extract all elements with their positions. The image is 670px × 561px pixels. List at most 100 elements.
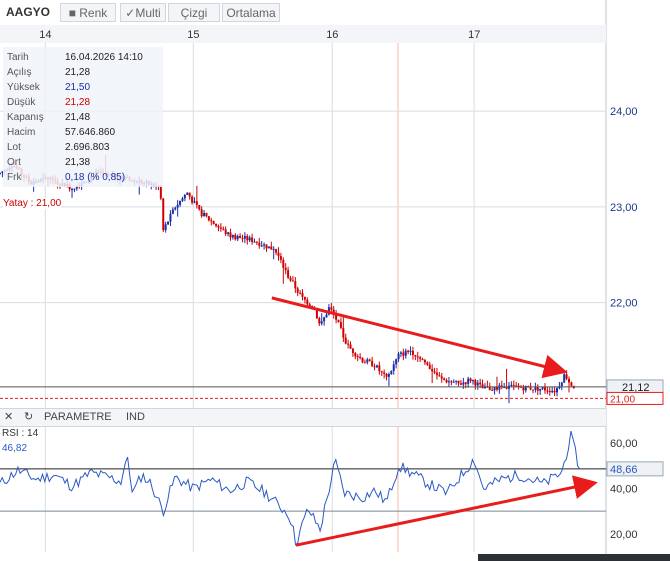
info-value: 21,28 [65,67,91,78]
candle-body [368,359,371,361]
candle-body [565,374,568,379]
candle-body [443,378,446,381]
candle-body [241,238,244,240]
candle-body [325,314,328,318]
candle-body [356,356,359,358]
candle-body [428,364,431,369]
candle-body [541,387,544,389]
info-row: Ort 21,38 [7,155,163,170]
info-value: 21,50 [65,82,91,93]
candle-body [200,209,203,217]
candle-body [191,196,194,203]
candle-body [366,359,369,363]
candle-body [553,390,556,393]
candle-body [255,241,258,243]
candle-body [303,296,306,300]
candle-body [342,327,345,338]
candle-body [263,244,266,246]
candle-body [498,385,501,390]
candle-body [73,188,76,190]
candle-body [567,378,570,383]
rsi-y-tick-label: 20,00 [610,529,638,541]
info-key: Hacim [7,127,36,138]
price-axis-area [606,0,670,561]
candle-body [546,390,549,392]
info-row: Tarih 16.04.2026 14:10 [7,50,163,65]
candle-body [539,388,542,391]
y-tick-label: 23,00 [610,202,638,214]
candle-body [284,267,287,271]
candle-body [306,299,309,305]
candle-body [445,380,448,383]
x-tick-label: 14 [39,29,51,41]
candle-body [339,322,342,328]
candle-body [491,389,494,391]
info-key: Kapanış [7,112,44,123]
candle-body [387,374,390,377]
info-row: Düşük 21,28 [7,95,163,110]
candle-body [183,194,186,199]
candle-body [279,256,282,260]
candle-body [411,350,414,355]
candle-body [522,387,525,391]
candle-body [236,235,239,240]
candle-body [243,236,246,239]
x-tick-label: 17 [468,29,480,41]
candle-body [231,235,234,238]
candle-body [462,382,465,385]
candle-body [296,288,299,293]
date-axis-bar [0,25,606,43]
parametre-button[interactable]: PARAMETRE [44,411,112,423]
candle-body [435,372,438,376]
x-tick-label: 16 [326,29,338,41]
candle-body [452,381,455,383]
candle-body [515,385,518,387]
candle-body [212,221,215,224]
candle-body [359,356,362,358]
info-row: Lot 2.696.803 [7,140,163,155]
candle-body [287,270,290,278]
candle-body [344,337,347,344]
candle-body [167,221,170,225]
candle-body [195,201,198,205]
candle-body [337,319,340,323]
info-key: Açılış [7,67,32,78]
ind-button[interactable]: IND [126,411,145,423]
scrollbar [478,554,670,561]
candle-body [0,173,1,175]
candle-body [426,362,429,365]
close-icon[interactable]: ✕ [4,410,13,423]
candle-body [402,352,405,356]
candle-body [301,293,304,297]
candle-body [464,382,467,384]
info-value: 21,38 [65,157,91,168]
candle-body [383,372,386,374]
candle-body [467,378,470,384]
candle-body [270,246,273,250]
candle-body [171,209,174,214]
candle-body [419,357,422,360]
info-value: 21,28 [65,97,91,108]
info-value: 16.04.2026 14:10 [65,52,143,63]
candle-body [375,365,378,368]
candle-body [299,292,302,294]
refresh-icon[interactable]: ↻ [24,410,33,423]
candle-body [181,198,184,201]
candle-body [459,383,462,385]
candle-body [179,200,182,205]
info-key: Lot [7,142,21,153]
candle-body [361,357,364,363]
candle-body [320,321,323,324]
candle-body [407,350,410,352]
candle-body [373,366,376,368]
candle-body [476,382,479,386]
candle-body [162,198,165,231]
candle-body [354,353,357,357]
candle-body [409,350,412,352]
candle-body [543,387,546,391]
info-key: Tarih [7,52,29,63]
info-row: Hacim 57.646.860 [7,125,163,140]
y-tick-label: 24,00 [610,106,638,118]
candle-body [555,388,558,393]
candle-body [164,224,167,231]
